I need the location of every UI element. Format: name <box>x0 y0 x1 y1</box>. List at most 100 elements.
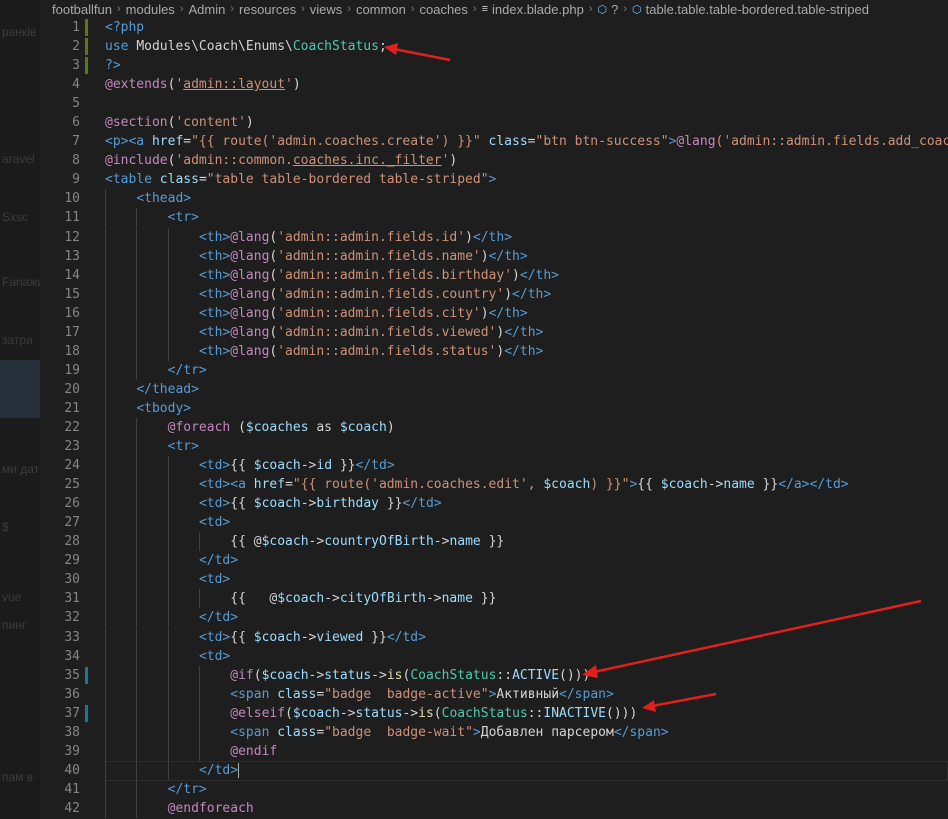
breadcrumb-item[interactable]: coaches <box>419 2 467 17</box>
code-line[interactable]: 41 </tr> <box>40 779 948 799</box>
code-token: </span> <box>613 724 669 740</box>
code-line[interactable]: 8 @include('admin::common.coaches.inc._fi… <box>40 151 948 170</box>
code-token: ) <box>480 248 489 264</box>
code-line[interactable]: 34 <td> <box>40 646 948 666</box>
code-token: ) <box>245 115 254 131</box>
breadcrumb-item[interactable]: Admin <box>188 2 225 17</box>
code-token: $coach <box>292 705 340 721</box>
code-line[interactable]: 31{{ @$coach->cityOfBirth->name }} <box>40 589 948 609</box>
code-line[interactable]: 32 </td> <box>40 608 948 628</box>
code-line[interactable]: 18 <th>@lang('admin::admin.fields.status'… <box>40 341 948 361</box>
code-line[interactable]: 39 @endif <box>40 741 948 761</box>
code-line[interactable]: 14 <th>@lang('admin::admin.fields.birthda… <box>40 265 948 285</box>
code-line[interactable]: 11 <tr> <box>40 208 948 228</box>
breadcrumb-item[interactable]: views <box>310 2 343 17</box>
code-line[interactable]: 13 <th>@lang('admin::admin.fields.name')<… <box>40 246 948 266</box>
indent-guide <box>167 265 169 285</box>
git-change-marker[interactable] <box>85 57 88 75</box>
code-line[interactable]: 5 <box>40 94 948 113</box>
line-number: 39 <box>64 743 80 759</box>
code-line[interactable]: 19 </tr> <box>40 360 948 380</box>
indent-guide <box>167 551 169 571</box>
indent-guide <box>136 722 138 742</box>
indent-guide <box>167 722 169 742</box>
breadcrumb-item[interactable]: table.table.table-bordered.table-striped <box>646 2 869 17</box>
code-token: <th> <box>198 267 231 283</box>
breadcrumb-item[interactable]: footballfun <box>52 2 112 17</box>
code-line[interactable]: 9 <table class="table table-bordered tabl… <box>40 170 948 189</box>
code-line[interactable]: 42 @endforeach <box>40 798 948 818</box>
code-line[interactable]: 38 <span class="badge badge-wait">Добавле… <box>40 722 948 742</box>
line-number: 16 <box>64 305 80 321</box>
git-change-marker[interactable] <box>85 19 88 36</box>
code-line[interactable]: 36 <span class="badge badge-active">Актив… <box>40 684 948 704</box>
code-token: birthday <box>316 496 379 512</box>
code-line[interactable]: 7 <p><a href="{{ route('admin.coaches.cre… <box>40 132 948 151</box>
code-text: <td> <box>199 647 230 666</box>
breadcrumb-item[interactable]: ? <box>611 2 618 17</box>
code-token: <td> <box>198 572 231 588</box>
breadcrumb[interactable]: footballfun › modules › Admin › resources › view… <box>40 0 948 18</box>
git-change-marker[interactable] <box>85 704 88 722</box>
breadcrumb-item[interactable]: index.blade.php <box>492 2 584 17</box>
breadcrumb-item[interactable]: modules <box>126 2 175 17</box>
code-text: <td> <box>199 570 230 589</box>
code-text: {{ @$coach->cityOfBirth->name }} <box>230 589 496 608</box>
code-line[interactable]: 24 <td>{{ $coach->id }}</td> <box>40 456 948 476</box>
line-number: 37 <box>64 705 80 721</box>
code-line[interactable]: 12 <th>@lang('admin::admin.fields.id')</t… <box>40 227 948 247</box>
code-line[interactable]: 23 <tr> <box>40 437 948 457</box>
code-line[interactable]: 4 @extends('admin::layout') <box>40 75 948 94</box>
code-text: @section('content') <box>105 113 254 132</box>
code-line[interactable]: 21 <tbody> <box>40 398 948 418</box>
code-line[interactable]: 6 @section('content') <box>40 113 948 132</box>
code-line[interactable]: 40 </td> <box>40 760 948 781</box>
code-token: @foreach <box>167 419 231 435</box>
sidebar-fragment: Sxsc <box>2 210 29 224</box>
code-line[interactable]: 3 ?> <box>40 56 948 75</box>
code-line[interactable]: 25 <td><a href="{{ route('admin.coaches.e… <box>40 475 948 495</box>
indent-guide <box>167 456 169 476</box>
code-line[interactable]: 30 <td> <box>40 570 948 590</box>
code-line[interactable]: 15 <th>@lang('admin::admin.fields.country… <box>40 284 948 304</box>
sidebar-fragment: пам в <box>2 770 34 784</box>
indent-guide <box>136 513 138 533</box>
indent-guide <box>167 589 169 609</box>
code-line[interactable]: 1 <?php <box>40 18 948 37</box>
code-line[interactable]: 33 <td>{{ $coach->viewed }}</td> <box>40 627 948 647</box>
breadcrumb-item[interactable]: common <box>356 2 406 17</box>
code-token: ; <box>378 39 387 55</box>
git-change-marker[interactable] <box>85 666 88 684</box>
code-text: </td> <box>199 551 238 570</box>
code-text: </td> <box>199 761 240 780</box>
breadcrumb-item[interactable]: resources <box>239 2 296 17</box>
code-line[interactable]: 29 </td> <box>40 551 948 571</box>
code-token: is <box>418 705 434 721</box>
code-text: <p><a href="{{ route('admin.coaches.crea… <box>105 132 948 151</box>
code-token: @endforeach <box>167 800 254 816</box>
code-token: $coach <box>339 419 387 435</box>
code-token: href <box>151 134 184 150</box>
code-line[interactable]: 27 <td> <box>40 513 948 533</box>
code-line[interactable]: 10 <thead> <box>40 189 948 209</box>
indent-guide <box>136 684 138 704</box>
code-token: > <box>472 724 481 740</box>
line-number: 7 <box>72 134 80 150</box>
code-line[interactable]: 20 </thead> <box>40 379 948 399</box>
code-line[interactable]: 17 <th>@lang('admin::admin.fields.viewed'… <box>40 322 948 342</box>
code-editor[interactable]: 1 <?php 2 use Modules\Coach\Enums\CoachStat… <box>40 18 948 819</box>
code-line[interactable]: 35 @if($coach->status->is(CoachStatus::AC… <box>40 665 948 685</box>
code-line[interactable]: 26 <td>{{ $coach->birthday }}</td> <box>40 494 948 514</box>
code-line[interactable]: 2 use Modules\Coach\Enums\CoachStatus; <box>40 37 948 56</box>
code-token: status <box>324 667 372 683</box>
indent-guide <box>105 227 106 247</box>
git-change-marker[interactable] <box>85 38 88 56</box>
code-text: <th>@lang('admin::admin.fields.city')</t… <box>199 304 528 323</box>
code-line[interactable]: 28{{ @$coach->countryOfBirth->name }} <box>40 532 948 552</box>
code-token: CoachStatus <box>441 705 528 721</box>
code-line[interactable]: 22 @foreach ($coaches as $coach) <box>40 417 948 437</box>
code-line[interactable]: 37 @elseif($coach->status->is(CoachStatus… <box>40 703 948 723</box>
code-token: -> <box>300 629 317 645</box>
line-number: 29 <box>64 553 80 569</box>
code-line[interactable]: 16 <th>@lang('admin::admin.fields.city')<… <box>40 303 948 323</box>
